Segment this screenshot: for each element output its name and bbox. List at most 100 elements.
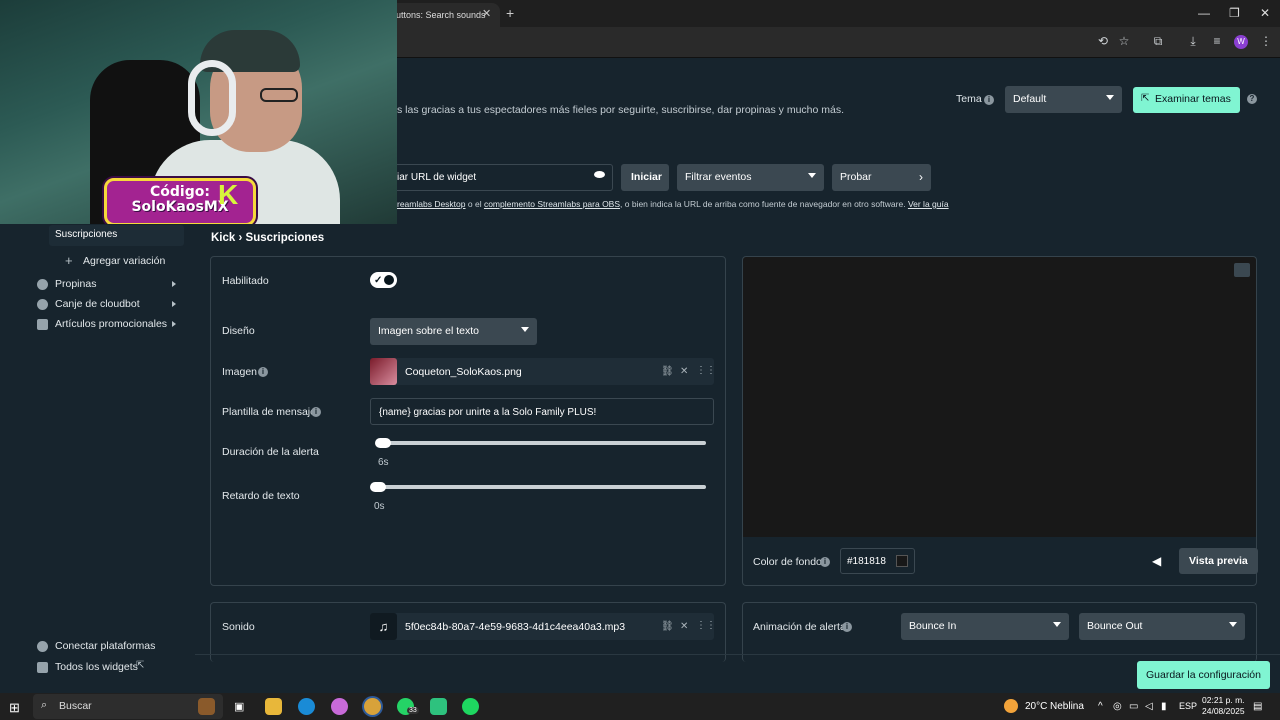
maximize-button[interactable]: ❐ — [1229, 6, 1240, 20]
notifications-icon[interactable]: ▤ — [1253, 701, 1262, 712]
windows-start-icon[interactable]: ⊞ — [9, 700, 20, 716]
browser-menu-icon[interactable]: ⋮ — [1258, 34, 1274, 48]
chevron-up-icon[interactable]: ^ — [1098, 701, 1103, 712]
books-icon[interactable] — [198, 698, 215, 715]
language-indicator[interactable]: ESP — [1179, 701, 1197, 711]
sound-label: Sonido — [222, 621, 255, 633]
sidebar-item-cloudbot[interactable]: Canje de cloudbot — [55, 298, 140, 310]
clock[interactable]: 02:21 p. m. 24/08/2025 — [1202, 695, 1245, 717]
info-icon[interactable]: i — [820, 557, 830, 567]
alert-duration-knob[interactable] — [375, 438, 391, 448]
desktop-link[interactable]: reamlabs Desktop — [397, 199, 466, 209]
tab-close-icon[interactable]: ✕ — [482, 7, 491, 20]
webcam-overlay: Código: SoloKaosMX K — [0, 0, 397, 224]
theme-select[interactable]: Default — [1005, 86, 1122, 113]
chrome-icon[interactable] — [364, 698, 381, 715]
examine-themes-label: Examinar temas — [1155, 93, 1231, 105]
microphone-icon[interactable]: ▮ — [1161, 701, 1167, 712]
preview-settings-icon[interactable] — [1234, 263, 1250, 277]
spotify-icon[interactable] — [462, 698, 479, 715]
sidebar-item-merch[interactable]: Artículos promocionales — [55, 318, 167, 330]
design-select[interactable]: Imagen sobre el texto — [370, 318, 537, 345]
music-note-icon: ♫ — [370, 613, 397, 640]
chevron-right-icon: › — [919, 170, 923, 184]
weather-temp[interactable]: 20°C — [1025, 701, 1047, 712]
speaker-icon[interactable]: ◁ — [1145, 701, 1153, 712]
window-close-button[interactable]: ✕ — [1260, 6, 1270, 20]
volume-icon[interactable]: ◀ — [1152, 554, 1161, 568]
breadcrumb-parent[interactable]: Kick — [211, 232, 235, 244]
edge-icon[interactable] — [298, 698, 315, 715]
bg-color-swatch[interactable] — [896, 555, 908, 567]
design-select-value: Imagen sobre el texto — [378, 325, 479, 337]
guide-link[interactable]: Ver la guía — [908, 199, 949, 209]
chevron-right-icon — [172, 321, 176, 327]
info-icon[interactable]: i — [311, 407, 321, 417]
breadcrumb: Kick › Suscripciones — [211, 232, 324, 244]
connect-platforms-link[interactable]: Conectar plataformas — [55, 640, 155, 652]
bookmark-star-icon[interactable]: ☆ — [1116, 34, 1132, 48]
text-delay-knob[interactable] — [370, 482, 386, 492]
animation-out-select[interactable]: Bounce Out — [1079, 613, 1245, 640]
alert-duration-slider[interactable] — [378, 441, 706, 445]
new-tab-button[interactable]: + — [506, 5, 514, 21]
whatsapp-badge: 33 — [407, 707, 419, 714]
sound-file-name: 5f0ec84b-80a7-4e59-9683-4d1c4eea40a3.mp3 — [405, 621, 626, 633]
info-icon[interactable]: i — [842, 622, 852, 632]
preview-button[interactable]: Vista previa — [1179, 548, 1258, 574]
text-delay-slider[interactable] — [374, 485, 706, 489]
grid-icon — [37, 662, 48, 673]
taskbar-search[interactable]: ⌕ Buscar — [33, 694, 223, 719]
sidebar-item-subscriptions[interactable]: Suscripciones — [49, 225, 184, 246]
translate-icon[interactable]: ⟲ — [1095, 34, 1111, 48]
add-variation-link[interactable]: Agregar variación — [83, 255, 165, 267]
extensions-icon[interactable]: ⧉ — [1150, 34, 1166, 49]
task-view-icon[interactable]: ▣ — [234, 700, 244, 713]
image-label: Imagen — [222, 366, 258, 378]
theme-label: Tema — [956, 93, 982, 105]
copilot-icon[interactable] — [331, 698, 348, 715]
download-icon[interactable]: ⤓ — [1185, 34, 1201, 49]
network-icon[interactable]: ▭ — [1129, 701, 1138, 712]
tray-app-icon[interactable]: ◎ — [1113, 701, 1122, 712]
profile-avatar[interactable]: W — [1234, 35, 1248, 49]
eye-icon[interactable] — [594, 171, 605, 178]
animation-out-value: Bounce Out — [1087, 620, 1143, 632]
minimize-button[interactable]: — — [1198, 6, 1210, 20]
alert-preview-area — [742, 256, 1257, 537]
app-icon[interactable] — [430, 698, 447, 715]
shirt-icon — [37, 319, 48, 330]
start-button[interactable]: Iniciar — [621, 164, 669, 191]
weather-desc[interactable]: Neblina — [1050, 701, 1084, 712]
obs-plugin-link[interactable]: complemento Streamlabs para OBS — [484, 199, 620, 209]
examine-themes-button[interactable]: ⇱ Examinar temas — [1133, 87, 1240, 113]
grid-icon[interactable]: ⋮⋮ — [696, 620, 716, 631]
link-icon[interactable]: ⛓ — [661, 366, 674, 377]
media-control-icon[interactable]: ≡ — [1209, 34, 1225, 48]
weather-icon — [1004, 699, 1018, 713]
chevron-down-icon — [1053, 622, 1061, 627]
message-template-input[interactable]: {name} gracias por unirte a la Solo Fami… — [370, 398, 714, 425]
save-settings-button[interactable]: Guardar la configuración — [1137, 661, 1270, 689]
help-icon[interactable]: ? — [1247, 94, 1257, 104]
info-icon[interactable]: i — [984, 95, 994, 105]
link-icon[interactable]: ⛓ — [661, 621, 674, 632]
widget-url-field[interactable]: iar URL de widget — [380, 164, 613, 191]
animation-in-select[interactable]: Bounce In — [901, 613, 1069, 640]
sidebar-item-tips[interactable]: Propinas — [55, 278, 96, 290]
search-icon: ⌕ — [41, 699, 48, 711]
file-explorer-icon[interactable] — [265, 698, 282, 715]
remove-icon[interactable]: ✕ — [680, 366, 688, 377]
filter-events-select[interactable]: Filtrar eventos — [677, 164, 824, 191]
grid-icon[interactable]: ⋮⋮ — [696, 365, 716, 376]
plus-icon[interactable]: + — [65, 253, 73, 268]
info-icon[interactable]: i — [258, 367, 268, 377]
remove-icon[interactable]: ✕ — [680, 621, 688, 632]
animation-in-value: Bounce In — [909, 620, 957, 632]
chevron-down-icon — [521, 327, 529, 332]
note-mid: o el — [465, 199, 484, 209]
test-button-label: Probar — [840, 171, 872, 183]
test-button[interactable]: Probar › — [832, 164, 931, 191]
text-delay-label: Retardo de texto — [222, 490, 300, 502]
all-widgets-link[interactable]: Todos los widgets — [55, 661, 138, 673]
